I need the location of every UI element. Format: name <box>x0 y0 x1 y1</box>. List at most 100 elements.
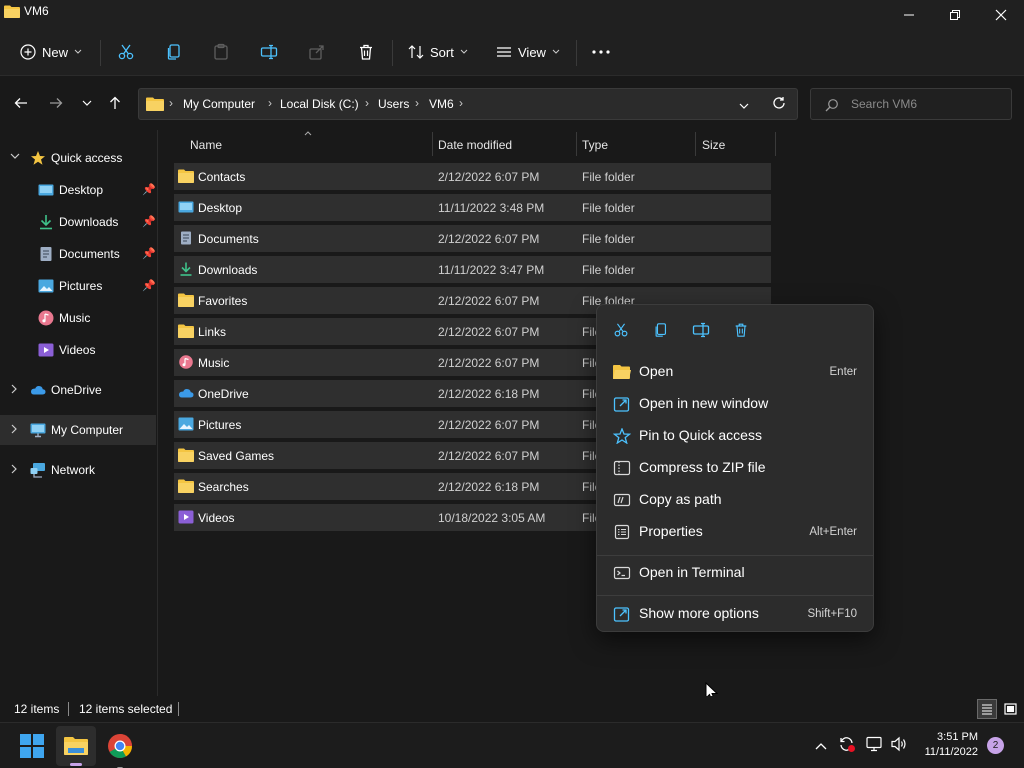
clock-time: 3:51 PM <box>937 731 978 743</box>
menu-item-shortcut: Enter <box>829 366 858 378</box>
file-name: Documents <box>198 232 259 246</box>
new-button[interactable]: New <box>20 38 82 66</box>
column-header-date[interactable]: Date modified <box>438 138 512 152</box>
menu-item-label: Compress to ZIP file <box>639 459 766 475</box>
menu-item-compress-zip[interactable]: Compress to ZIP file <box>601 453 869 483</box>
sidebar-item-my-computer[interactable]: My Computer <box>0 415 156 445</box>
network-tray-button[interactable] <box>865 736 883 755</box>
view-button[interactable]: View <box>496 38 560 66</box>
up-button[interactable] <box>104 92 126 114</box>
sidebar-item-downloads[interactable]: Downloads 📌 <box>0 207 156 237</box>
sidebar-item-onedrive[interactable]: OneDrive <box>0 375 156 405</box>
context-rename-button[interactable] <box>688 319 714 341</box>
notification-badge[interactable]: 2 <box>987 737 1004 754</box>
context-cut-button[interactable] <box>608 319 634 341</box>
sidebar-item-music[interactable]: Music <box>0 303 156 333</box>
copy-button[interactable] <box>165 38 183 66</box>
arrow-left-icon <box>14 98 27 108</box>
cloud-icon <box>179 389 194 398</box>
download-icon <box>40 215 52 230</box>
column-divider[interactable] <box>576 132 577 156</box>
video-icon <box>38 343 54 357</box>
cut-button[interactable] <box>117 38 135 66</box>
view-list-icon <box>497 47 511 57</box>
menu-item-copy-path[interactable]: Copy as path <box>601 485 869 515</box>
plus-circle-icon <box>20 44 36 60</box>
sync-status-button[interactable] <box>838 735 856 756</box>
context-delete-button[interactable] <box>728 319 754 341</box>
restore-icon <box>950 10 960 20</box>
chevron-right-icon: › <box>459 96 463 110</box>
share-button[interactable] <box>308 38 326 66</box>
file-row-documents[interactable]: Documents 2/12/2022 6:07 PM File folder <box>174 225 771 252</box>
speaker-icon <box>891 736 906 752</box>
column-header-name[interactable]: Name <box>190 138 222 152</box>
menu-item-pin-quick-access[interactable]: Pin to Quick access <box>601 421 869 451</box>
forward-button[interactable] <box>45 92 67 114</box>
start-button[interactable] <box>20 734 44 761</box>
more-button[interactable] <box>592 38 610 66</box>
paste-button[interactable] <box>212 38 230 66</box>
rename-button[interactable] <box>260 38 278 66</box>
chevron-right-icon: › <box>365 96 369 110</box>
column-divider[interactable] <box>775 132 776 156</box>
clock-button[interactable]: 3:51 PM 11/11/2022 <box>914 729 978 763</box>
column-header-size[interactable]: Size <box>702 138 725 152</box>
sidebar-item-videos[interactable]: Videos <box>0 335 156 365</box>
file-row-desktop[interactable]: Desktop 11/11/2022 3:48 PM File folder <box>174 194 771 221</box>
column-divider[interactable] <box>695 132 696 156</box>
star-icon <box>31 151 45 165</box>
music-icon <box>38 310 54 326</box>
chevron-right-icon <box>11 424 17 434</box>
chevron-right-icon: › <box>268 96 272 110</box>
address-history-button[interactable] <box>739 99 749 113</box>
breadcrumb-vm6[interactable]: VM6 <box>429 97 454 111</box>
search-input[interactable]: Search VM6 <box>810 88 1012 120</box>
close-button[interactable] <box>978 0 1024 30</box>
breadcrumb-users[interactable]: Users <box>378 97 409 111</box>
menu-item-label: Open in new window <box>639 395 769 411</box>
sidebar-item-network[interactable]: Network <box>0 455 156 485</box>
folder-icon <box>178 479 194 493</box>
volume-button[interactable] <box>890 736 908 755</box>
breadcrumb-my-computer[interactable]: My Computer <box>183 97 255 111</box>
menu-item-properties[interactable]: Properties Alt+Enter <box>601 517 869 547</box>
taskbar-file-explorer[interactable] <box>56 726 96 766</box>
breadcrumb-local-disk[interactable]: Local Disk (C:) <box>280 97 359 111</box>
delete-button[interactable] <box>357 38 375 66</box>
sidebar-item-desktop[interactable]: Desktop 📌 <box>0 175 156 205</box>
file-row-downloads[interactable]: Downloads 11/11/2022 3:47 PM File folder <box>174 256 771 283</box>
sidebar-item-quick-access[interactable]: Quick access <box>0 143 156 173</box>
menu-item-open-new-window[interactable]: Open in new window <box>601 389 869 419</box>
menu-item-show-more-options[interactable]: Show more options Shift+F10 <box>601 599 869 629</box>
search-placeholder: Search VM6 <box>851 97 918 111</box>
file-name: Links <box>198 325 227 339</box>
sidebar-item-documents[interactable]: Documents 📌 <box>0 239 156 269</box>
file-name: Desktop <box>198 201 243 215</box>
column-divider[interactable] <box>432 132 433 156</box>
refresh-button[interactable] <box>772 96 786 113</box>
sort-button[interactable]: Sort <box>408 38 468 66</box>
recent-locations-button[interactable] <box>76 92 98 114</box>
menu-item-open-terminal[interactable]: Open in Terminal <box>601 558 869 588</box>
file-date: 2/12/2022 6:07 PM <box>438 232 540 246</box>
file-row-contacts[interactable]: Contacts 2/12/2022 6:07 PM File folder <box>174 163 771 190</box>
details-view-button[interactable] <box>977 699 997 719</box>
picture-icon <box>178 417 194 431</box>
minimize-button[interactable] <box>886 0 932 30</box>
menu-item-open[interactable]: Open Enter <box>601 357 869 387</box>
large-icons-view-button[interactable] <box>1000 699 1020 719</box>
back-button[interactable] <box>10 92 32 114</box>
sidebar-item-pictures[interactable]: Pictures 📌 <box>0 271 156 301</box>
context-menu: Open Enter Open in new window Pin to Qui… <box>596 304 874 632</box>
minimize-icon <box>904 14 914 16</box>
address-bar[interactable]: › My Computer › Local Disk (C:) › Users … <box>138 88 798 120</box>
show-hidden-icons-button[interactable] <box>815 739 827 753</box>
column-header-type[interactable]: Type <box>582 138 608 152</box>
context-copy-button[interactable] <box>648 319 674 341</box>
menu-item-label: Show more options <box>639 605 759 621</box>
taskbar-chrome[interactable] <box>107 733 133 768</box>
restore-button[interactable] <box>932 0 978 30</box>
notification-count: 2 <box>992 740 999 751</box>
close-icon <box>995 9 1007 21</box>
